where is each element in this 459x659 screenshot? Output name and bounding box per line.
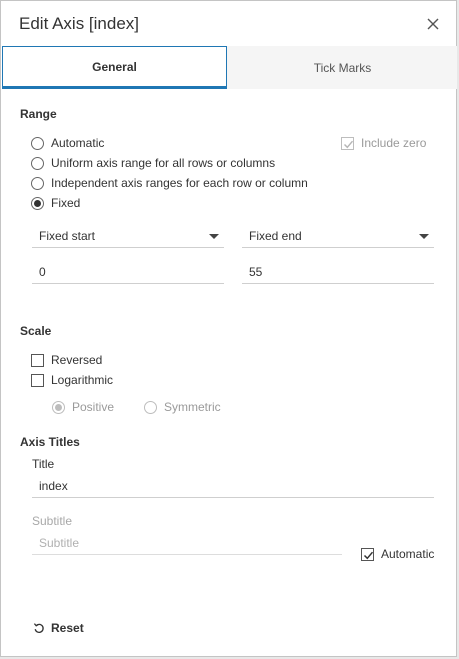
- fixed-start-select-label: Fixed start: [39, 229, 96, 243]
- automatic-subtitle-label: Automatic: [381, 547, 435, 561]
- tab-tick-marks[interactable]: Tick Marks: [228, 46, 457, 89]
- positive-radio[interactable]: Positive: [52, 399, 114, 415]
- fixed-start-field: [32, 260, 224, 284]
- reversed-checkbox[interactable]: Reversed: [31, 352, 102, 368]
- range-uniform-label: Uniform axis range for all rows or colum…: [51, 156, 276, 170]
- radio-button: [31, 156, 44, 170]
- fixed-end-input[interactable]: [242, 260, 434, 283]
- include-zero-checkbox[interactable]: Include zero: [341, 135, 426, 151]
- title-field: [32, 474, 434, 498]
- axis-titles-heading: Axis Titles: [20, 435, 80, 449]
- fixed-end-select[interactable]: Fixed end: [242, 224, 434, 248]
- radio-button: [31, 136, 44, 150]
- undo-icon: [33, 623, 44, 633]
- edit-axis-dialog: Edit Axis [index] General Tick Marks Ran…: [0, 0, 457, 657]
- positive-label: Positive: [72, 400, 115, 414]
- reset-label: Reset: [51, 621, 84, 635]
- fixed-end-field: [242, 260, 434, 284]
- reset-button[interactable]: Reset: [33, 619, 84, 637]
- range-uniform-radio[interactable]: Uniform axis range for all rows or colum…: [31, 155, 275, 171]
- range-independent-radio[interactable]: Independent axis ranges for each row or …: [31, 175, 308, 191]
- tab-general[interactable]: General: [2, 46, 227, 89]
- title-input[interactable]: [32, 474, 434, 497]
- subtitle-field: [32, 531, 342, 555]
- scale-heading: Scale: [20, 324, 52, 338]
- automatic-subtitle-checkbox[interactable]: Automatic: [361, 546, 434, 562]
- range-automatic-radio[interactable]: Automatic: [31, 135, 104, 151]
- reversed-box: [31, 353, 44, 367]
- range-fixed-radio[interactable]: Fixed: [31, 195, 80, 211]
- fixed-start-select[interactable]: Fixed start: [32, 224, 224, 248]
- close-icon[interactable]: [423, 14, 443, 34]
- radio-button: [144, 400, 157, 414]
- chevron-down-icon: [419, 234, 429, 239]
- chevron-down-icon: [209, 234, 219, 239]
- include-zero-label: Include zero: [361, 136, 427, 150]
- tab-bar: General Tick Marks: [2, 46, 457, 89]
- radio-button: [31, 176, 44, 190]
- radio-button: [52, 400, 65, 414]
- automatic-subtitle-box: [361, 547, 374, 561]
- range-heading: Range: [20, 107, 57, 121]
- range-independent-label: Independent axis ranges for each row or …: [51, 176, 308, 190]
- radio-button: [31, 196, 44, 210]
- fixed-end-select-label: Fixed end: [249, 229, 302, 243]
- include-zero-box: [341, 136, 354, 150]
- logarithmic-box: [31, 373, 44, 387]
- symmetric-radio[interactable]: Symmetric: [144, 399, 221, 415]
- reversed-label: Reversed: [51, 353, 103, 367]
- logarithmic-checkbox[interactable]: Logarithmic: [31, 372, 113, 388]
- range-fixed-label: Fixed: [51, 196, 81, 210]
- range-automatic-label: Automatic: [51, 136, 105, 150]
- fixed-start-input[interactable]: [32, 260, 224, 283]
- logarithmic-label: Logarithmic: [51, 373, 114, 387]
- title-field-label: Title: [32, 457, 55, 471]
- dialog-title: Edit Axis [index]: [19, 14, 140, 33]
- subtitle-field-label: Subtitle: [32, 514, 73, 528]
- symmetric-label: Symmetric: [164, 400, 221, 414]
- subtitle-input[interactable]: [32, 531, 342, 554]
